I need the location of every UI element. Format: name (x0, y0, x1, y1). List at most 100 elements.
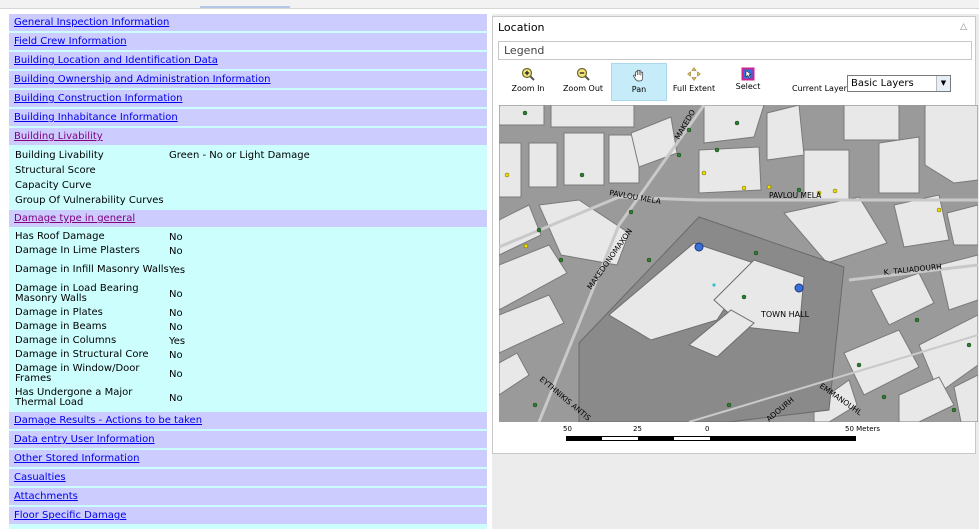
field-label: Damage In Lime Plasters (15, 245, 140, 256)
town-hall-label: TOWN HALL (760, 310, 810, 319)
section-damage-results[interactable]: Damage Results - Actions to be taken (9, 412, 487, 429)
select-icon (741, 67, 755, 81)
damage-point-green (536, 227, 542, 233)
zoom-out-button[interactable]: Zoom Out (555, 63, 611, 101)
damage-point-green (753, 250, 759, 256)
top-strip (0, 0, 979, 9)
damage-point-green (966, 342, 972, 348)
livability-fields: Building Livability Green - No or Light D… (9, 147, 487, 210)
field-label: Capacity Curve (15, 179, 92, 191)
section-general-inspection[interactable]: General Inspection Information (9, 14, 487, 31)
building-block (528, 142, 558, 188)
damage-point-green (558, 257, 564, 263)
field-row: Damage in Beams No (9, 320, 487, 334)
zoom-in-button[interactable]: Zoom In (500, 63, 556, 101)
section-field-crew[interactable]: Field Crew Information (9, 33, 487, 50)
field-row: Damage in Window/Door Frames No (9, 362, 487, 386)
field-label: Damage in Columns (15, 335, 117, 346)
damage-point-green (628, 209, 634, 215)
location-area: Location △ Legend Zoom In Zoom Out Pan F… (492, 14, 979, 529)
inspection-details-panel: General Inspection Information Field Cre… (9, 14, 487, 529)
field-label: Damage in Infill Masonry Walls (15, 264, 169, 275)
zoom-in-icon (521, 67, 535, 81)
field-row: Damage in Structural Core No (9, 348, 487, 362)
field-value: No (169, 392, 183, 404)
map-canvas[interactable]: PAVLOU MELA PAVLOU MELA MAKEDONOMAXON MA… (499, 105, 978, 422)
damage-point-yellow (523, 243, 529, 249)
pan-button[interactable]: Pan (611, 63, 667, 101)
field-label: Damage in Plates (15, 307, 103, 318)
section-building-construction[interactable]: Building Construction Information (9, 90, 487, 107)
damage-point-green (676, 152, 682, 158)
building-block (499, 142, 522, 198)
field-row: Structural Score (9, 163, 487, 178)
section-damage-type[interactable]: Damage type in general (9, 210, 487, 227)
field-label: Building Livability (15, 149, 104, 161)
building-marker-icon[interactable] (794, 283, 804, 293)
field-row: Damage in Load Bearing Masonry Walls No (9, 282, 487, 306)
field-row: Damage in Plates No (9, 306, 487, 320)
field-label: Damage in Beams (15, 321, 107, 332)
field-row: Capacity Curve (9, 178, 487, 193)
full-extent-button[interactable]: Full Extent (666, 63, 722, 101)
damage-point-yellow (936, 207, 942, 213)
section-data-entry-user[interactable]: Data entry User Information (9, 431, 487, 448)
damage-point-yellow (701, 170, 707, 176)
field-row: Has Roof Damage No (9, 230, 487, 244)
active-tab-indicator (200, 6, 290, 8)
section-building-ownership[interactable]: Building Ownership and Administration In… (9, 71, 487, 88)
hand-icon (633, 69, 644, 82)
section-attachments[interactable]: Attachments (9, 488, 487, 505)
collapse-icon[interactable]: △ (960, 22, 967, 32)
full-extent-icon (687, 67, 701, 81)
building-marker-icon[interactable] (694, 242, 704, 252)
damage-point-yellow (766, 184, 772, 190)
section-building-livability[interactable]: Building Livability (9, 128, 487, 145)
field-label: Damage in Structural Core (15, 349, 149, 360)
section-building-location[interactable]: Building Location and Identification Dat… (9, 52, 487, 69)
damage-point-green (714, 147, 720, 153)
section-floor-specific[interactable]: Floor Specific Damage (9, 507, 487, 524)
map-toolbar: Zoom In Zoom Out Pan Full Extent Select … (498, 63, 972, 103)
field-label: Has Undergone a Major Thermal Load (15, 387, 133, 408)
scale-bar-segment (602, 437, 638, 440)
zoom-in-label: Zoom In (511, 84, 545, 93)
field-label: Structural Score (15, 164, 96, 176)
building-block (499, 105, 545, 126)
scale-tick-label: 50 Meters (845, 425, 881, 433)
damage-point-yellow (832, 188, 838, 194)
zoom-out-label: Zoom Out (562, 84, 604, 93)
field-label: Group Of Vulnerability Curves (15, 194, 164, 206)
field-label: Damage in Load Bearing Masonry Walls (15, 283, 139, 304)
current-layer-label: Current Layer (792, 84, 847, 93)
map-view[interactable]: PAVLOU MELA PAVLOU MELA MAKEDONOMAXON MA… (499, 105, 978, 422)
field-value: Green - No or Light Damage (169, 150, 310, 161)
building-block (843, 105, 900, 141)
legend-bar[interactable]: Legend (498, 41, 972, 60)
damage-point-green (726, 402, 732, 408)
damage-point-yellow (741, 185, 747, 191)
current-layer-select[interactable]: Basic Layers ▼ (847, 75, 951, 92)
building-block (563, 132, 605, 186)
damage-point-green (579, 172, 585, 178)
scale-tick-label: 0 (705, 425, 710, 433)
field-value: No (169, 307, 183, 319)
damage-point-green (646, 257, 652, 263)
chevron-down-icon[interactable]: ▼ (936, 76, 950, 91)
field-value: Yes (169, 335, 186, 347)
damage-point-green (532, 402, 538, 408)
scale-bar: 50 25 0 50 Meters (499, 423, 973, 451)
section-building-inhabitance[interactable]: Building Inhabitance Information (9, 109, 487, 126)
scale-tick-label: 25 (633, 425, 642, 433)
field-label: Has Roof Damage (15, 231, 105, 242)
field-row: Group Of Vulnerability Curves (9, 193, 487, 208)
location-title: Location (498, 21, 545, 34)
building-block (878, 136, 920, 194)
section-other-stored[interactable]: Other Stored Information (9, 450, 487, 467)
section-casualties[interactable]: Casualties (9, 469, 487, 486)
select-button[interactable]: Select (720, 63, 776, 101)
damage-point-green (914, 317, 920, 323)
scale-tick-label: 50 (563, 425, 572, 433)
building-block (698, 146, 762, 194)
scale-bar-segment (674, 437, 710, 440)
